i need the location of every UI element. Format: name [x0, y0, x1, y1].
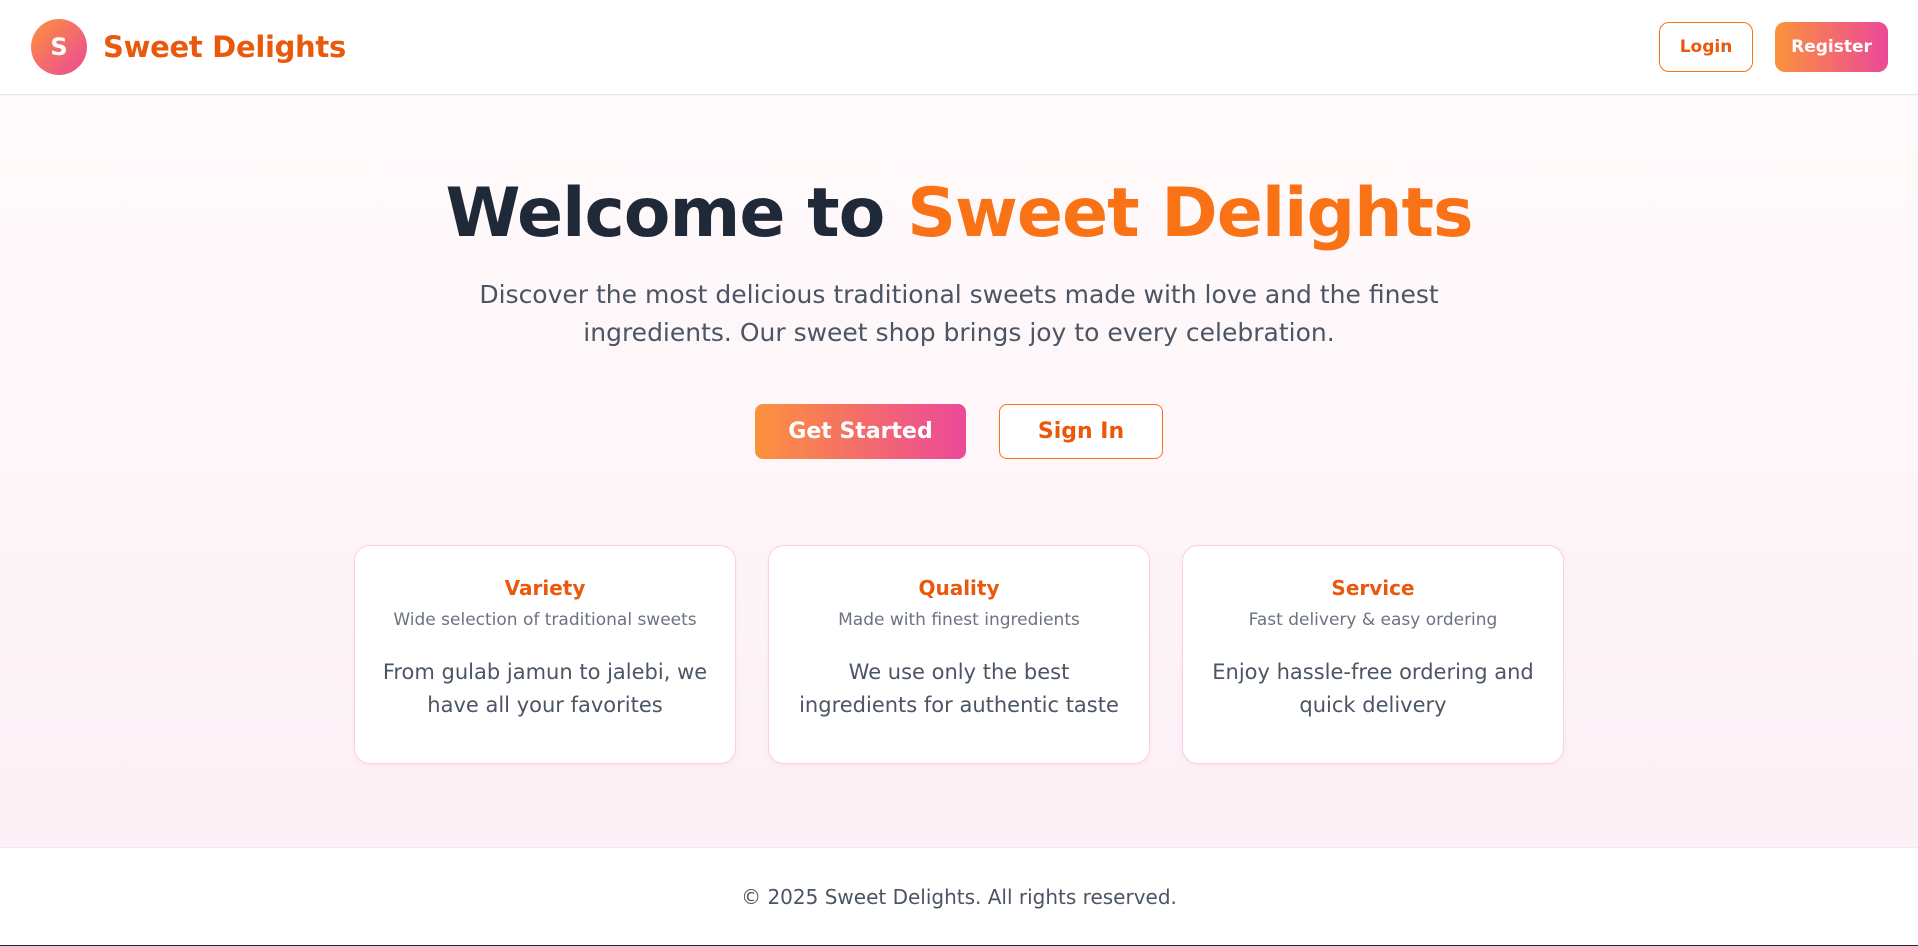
page: S Sweet Delights Login Register Welcome …: [0, 0, 1918, 945]
feature-card-body: We use only the best ingredients for aut…: [799, 660, 1119, 717]
nav-actions: Login Register: [1659, 22, 1888, 72]
footer: © 2025 Sweet Delights. All rights reserv…: [0, 847, 1918, 945]
register-button[interactable]: Register: [1775, 22, 1888, 72]
feature-card-body: Enjoy hassle-free ordering and quick del…: [1212, 660, 1534, 717]
brand-logo[interactable]: S: [31, 19, 87, 75]
get-started-button[interactable]: Get Started: [755, 404, 966, 459]
feature-card-title: Service: [1331, 576, 1415, 600]
footer-copyright: © 2025 Sweet Delights. All rights reserv…: [741, 884, 1177, 909]
hero-subtitle: Discover the most delicious traditional …: [479, 280, 1439, 347]
feature-card-title: Variety: [504, 576, 586, 600]
hero-title: Welcome to Sweet Delights: [0, 174, 1918, 253]
feature-cards: Variety Wide selection of traditional sw…: [0, 545, 1918, 764]
cta-row: Get Started Sign In: [0, 404, 1918, 459]
feature-card-subtitle: Fast delivery & easy ordering: [1248, 610, 1498, 630]
feature-card-variety: Variety Wide selection of traditional sw…: [354, 545, 736, 764]
brand-name[interactable]: Sweet Delights: [103, 30, 346, 64]
feature-card-subtitle: Wide selection of traditional sweets: [393, 610, 697, 630]
feature-card-title: Quality: [918, 576, 1000, 600]
feature-card-body: From gulab jamun to jalebi, we have all …: [382, 660, 708, 717]
login-button[interactable]: Login: [1659, 22, 1753, 72]
hero-title-prefix: Welcome to: [445, 174, 885, 253]
brand[interactable]: S Sweet Delights: [31, 19, 346, 75]
sign-in-button[interactable]: Sign In: [999, 404, 1163, 459]
hero-section: Welcome to Sweet Delights Discover the m…: [0, 96, 1918, 847]
hero-title-accent: Sweet Delights: [907, 174, 1473, 253]
feature-card-service: Service Fast delivery & easy ordering En…: [1182, 545, 1564, 764]
feature-card-subtitle: Made with finest ingredients: [838, 610, 1080, 630]
feature-card-quality: Quality Made with finest ingredients We …: [768, 545, 1150, 764]
top-navbar: S Sweet Delights Login Register: [0, 0, 1918, 95]
